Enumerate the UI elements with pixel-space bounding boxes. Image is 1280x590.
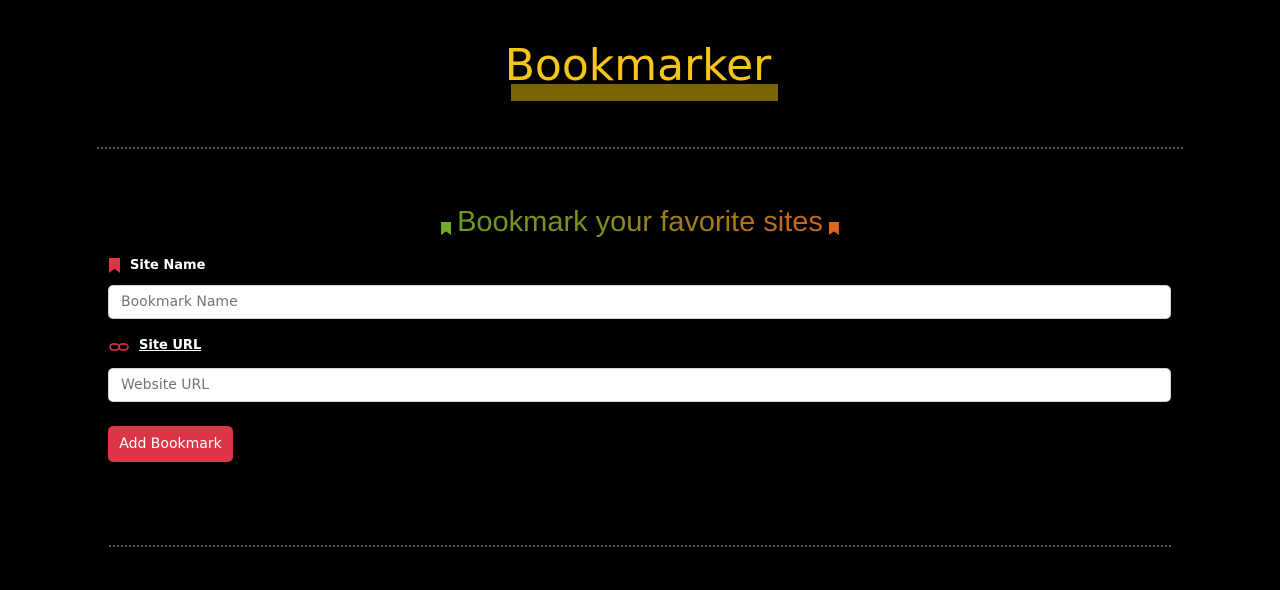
site-name-label: Site Name: [109, 258, 205, 273]
brand-container: Bookmarker: [0, 38, 1280, 94]
add-bookmark-button[interactable]: Add Bookmark: [108, 426, 233, 462]
site-url-label: Site URL: [109, 338, 201, 353]
page: Bookmarker Bookmark your favorite sites …: [0, 0, 1280, 590]
brand-title: Bookmarker: [504, 40, 772, 91]
site-name-input[interactable]: [108, 285, 1171, 319]
site-name-label-text: Site Name: [130, 258, 206, 273]
site-url-label-text: Site URL: [139, 338, 202, 353]
form-subtitle: Bookmark your favorite sites: [457, 206, 823, 238]
bookmark-ribbon-icon: [441, 222, 452, 235]
top-divider: [97, 147, 1183, 149]
form-heading: Bookmark your favorite sites: [0, 202, 1280, 242]
bottom-divider: [109, 545, 1171, 547]
link-icon: [109, 341, 129, 351]
bookmark-ribbon-icon: [828, 222, 839, 235]
site-url-input[interactable]: [108, 368, 1171, 402]
bookmark-icon: [109, 258, 120, 273]
